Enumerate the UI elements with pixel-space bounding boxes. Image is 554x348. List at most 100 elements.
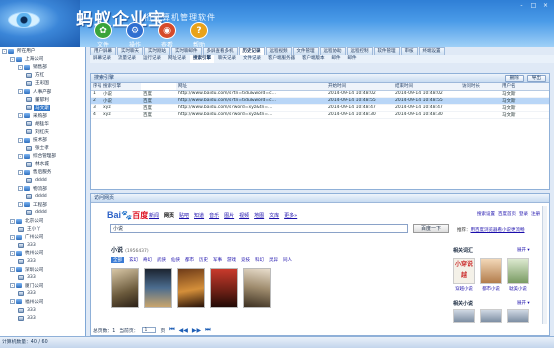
last-page-icon[interactable]: ⏭ xyxy=(205,326,210,334)
baidu-nav-link[interactable]: 知道 xyxy=(194,212,204,219)
search-input[interactable]: 小说 xyxy=(110,224,408,233)
related-novel-cover[interactable] xyxy=(453,309,475,323)
collapse-icon[interactable]: - xyxy=(10,56,15,62)
tree-node[interactable]: 王彩国 xyxy=(0,79,85,87)
novel-category[interactable]: 武侠 xyxy=(157,257,166,263)
subtab-item[interactable]: 客户端版本 xyxy=(299,55,328,63)
collapse-icon[interactable]: - xyxy=(10,283,15,289)
column-header[interactable]: 序号 xyxy=(91,83,101,91)
related-novel-cover[interactable] xyxy=(507,309,529,323)
tree-node[interactable]: 333 xyxy=(0,241,85,249)
tree-node[interactable]: 刘红庆 xyxy=(0,128,85,136)
subtab-item[interactable]: 聊天记录 xyxy=(215,55,239,63)
tab-item[interactable]: 历史记录 xyxy=(238,47,265,55)
tree-node[interactable]: - 综合管理部 xyxy=(0,152,85,160)
baidu-nav-link[interactable]: 音乐 xyxy=(209,212,219,219)
tab-item[interactable]: 实时聊天 xyxy=(117,47,143,55)
web-view[interactable]: Bai🐾百度 新闻 网页 贴吧 知道 音乐 图片 视频 地图 文库 更多» 搜索设置 百度首页 登录注… xyxy=(97,206,545,324)
tree-node[interactable]: - 采购部 xyxy=(0,112,85,120)
subtab-item[interactable]: 屏幕记录 xyxy=(90,55,114,63)
tree-node[interactable]: 马文斯 xyxy=(0,104,85,112)
close-button[interactable]: × xyxy=(541,2,550,9)
table-row[interactable]: 2 小说 百度 http://www.baidu.com/s?tn=tidu&word… xyxy=(91,97,549,105)
novel-cover[interactable] xyxy=(177,268,205,308)
minimize-button[interactable]: - xyxy=(517,2,526,9)
table-row[interactable]: 3 xyz 百度 http://www.baidu.com/s?word=xyz&tn… xyxy=(91,104,549,112)
novel-category[interactable]: 全部 xyxy=(111,257,124,263)
column-header[interactable]: 用户名 xyxy=(500,83,549,91)
tab-item[interactable]: 远程协助 xyxy=(319,47,346,55)
novel-cover[interactable] xyxy=(144,268,172,308)
baidu-nav-link[interactable]: 更多» xyxy=(284,212,297,219)
collapse-icon[interactable]: - xyxy=(10,234,15,240)
baidu-nav-link[interactable]: 贴吧 xyxy=(179,212,189,219)
collapse-icon[interactable]: - xyxy=(18,64,23,70)
tree-node[interactable]: dddd xyxy=(0,177,85,185)
column-header[interactable]: 网址 xyxy=(176,83,326,91)
column-header[interactable]: 访问时长 xyxy=(460,83,500,91)
novel-cover[interactable] xyxy=(243,268,271,308)
subtab-item[interactable]: 客户端服务器 xyxy=(265,55,298,63)
tree-node[interactable]: dddd xyxy=(0,209,85,217)
related-cover[interactable]: 小穿说越 xyxy=(453,258,475,284)
search-button[interactable]: 百度一下 xyxy=(413,224,449,233)
novel-category[interactable]: 奇幻 xyxy=(143,257,152,263)
toolbar-button-3[interactable]: ? 帮助 xyxy=(186,22,212,47)
promo-link[interactable]: 用百度浏览器看小说更流畅 xyxy=(471,228,525,233)
tree-node[interactable]: - 人事产部 xyxy=(0,87,85,95)
baidu-nav-link[interactable]: 文库 xyxy=(269,212,279,219)
next-page-icon[interactable]: ▶▶ xyxy=(192,327,201,334)
tree-node[interactable]: 333 xyxy=(0,274,85,282)
first-page-icon[interactable]: ⏮ xyxy=(169,326,174,334)
subtab-item[interactable]: 搜索引擎 xyxy=(190,55,214,63)
collapse-icon[interactable]: - xyxy=(18,186,23,192)
related-link[interactable]: 都市小说 xyxy=(480,286,502,292)
baidu-nav-link[interactable]: 新闻 xyxy=(149,212,159,219)
novel-category[interactable]: 仙侠 xyxy=(171,257,180,263)
novel-category[interactable]: 都市 xyxy=(185,257,194,263)
tab-item[interactable]: 远程视频 xyxy=(265,47,292,55)
tree-node[interactable]: - 北京公司 xyxy=(0,217,85,225)
table-row[interactable]: 1 小说 百度 http://www.baidu.com/s?tn=tidu&word… xyxy=(91,90,549,98)
tree-node[interactable]: - 广州公司 xyxy=(0,233,85,241)
maximize-button[interactable]: □ xyxy=(529,2,538,9)
column-header[interactable]: 开始时间 xyxy=(326,83,393,91)
related-cover[interactable] xyxy=(480,258,502,284)
related-cover[interactable] xyxy=(507,258,529,284)
top-link[interactable]: 登录 xyxy=(519,211,528,217)
toolbar-button-2[interactable]: ◉ 查看 xyxy=(154,22,180,47)
page-input[interactable]: 1 xyxy=(142,327,157,333)
tree-node[interactable]: - 杭州公司 xyxy=(0,249,85,257)
tree-node[interactable]: 333 xyxy=(0,306,85,314)
novel-category[interactable]: 历史 xyxy=(199,257,208,263)
tab-item[interactable]: 多屏查看多机 xyxy=(202,47,238,55)
collapse-icon[interactable]: - xyxy=(2,48,7,54)
tab-item[interactable]: 用户屏幕 xyxy=(90,47,116,55)
prev-page-icon[interactable]: ◀◀ xyxy=(179,327,188,334)
novel-category[interactable]: 玄幻 xyxy=(129,257,138,263)
subtab-item[interactable]: 文件记录 xyxy=(240,55,264,63)
top-link[interactable]: 搜索设置 xyxy=(477,211,495,217)
novel-cover[interactable] xyxy=(111,268,139,308)
tab-item[interactable]: 软件管理 xyxy=(373,47,400,55)
baidu-nav-link[interactable]: 图片 xyxy=(224,212,234,219)
baidu-nav-link[interactable]: 网页 xyxy=(164,212,174,219)
tab-item[interactable]: 文件管理 xyxy=(292,47,319,55)
novel-cover[interactable] xyxy=(210,268,238,308)
delete-button[interactable]: 删除 xyxy=(504,75,524,82)
tree-node[interactable]: - 上海公司 xyxy=(0,55,85,63)
collapse-icon[interactable]: - xyxy=(18,153,23,159)
tree-node[interactable]: 333 xyxy=(0,257,85,265)
related-link[interactable]: 耽美小说 xyxy=(507,286,529,292)
tree-node[interactable]: 林水城 xyxy=(0,160,85,168)
collapse-icon[interactable]: - xyxy=(18,137,23,143)
column-header[interactable]: 结束时间 xyxy=(393,83,460,91)
related-expand-link[interactable]: 展开 ▾ xyxy=(517,247,530,253)
collapse-icon[interactable]: - xyxy=(18,202,23,208)
novel-category[interactable]: 军事 xyxy=(213,257,222,263)
subtab-item[interactable]: 邮件 xyxy=(329,55,344,63)
subtab-item[interactable]: 网址记录 xyxy=(165,55,189,63)
toolbar-button-0[interactable]: ✿ 文件 xyxy=(90,22,116,47)
baidu-nav-link[interactable]: 视频 xyxy=(239,212,249,219)
tree-node[interactable]: - 所在用户 xyxy=(0,47,85,55)
